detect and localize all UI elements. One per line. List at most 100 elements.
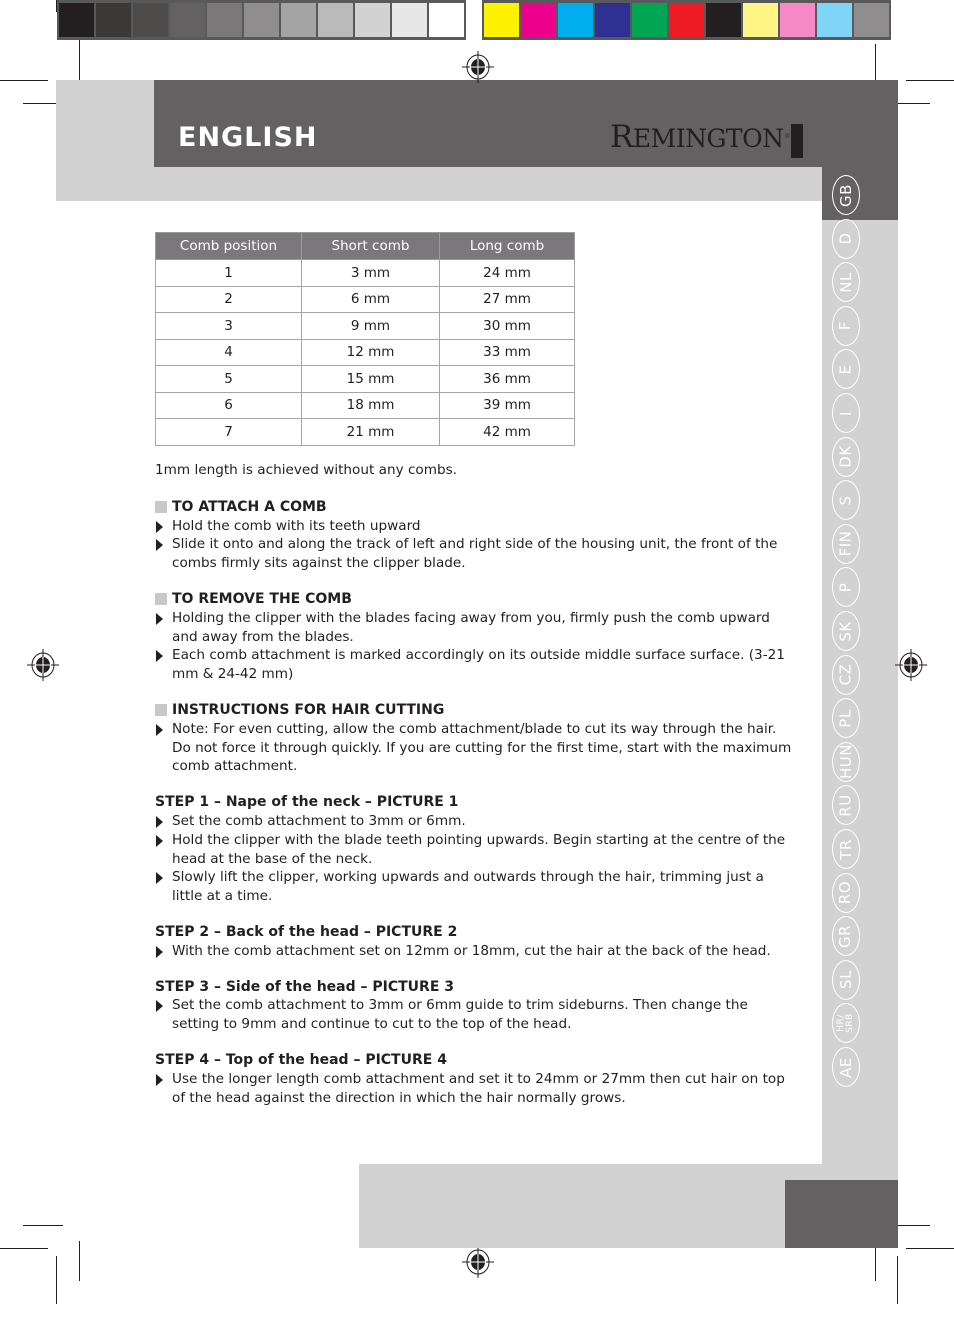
list-item-text: Slowly lift the clipper, working upwards… — [172, 869, 764, 905]
table-cell: 9 mm — [301, 312, 440, 340]
bullet-triangle-icon — [156, 945, 163, 958]
language-code: PL — [836, 708, 855, 728]
table-cell: 3 — [155, 312, 302, 340]
grayscale-color-bar — [57, 0, 466, 40]
table-cell: 42 mm — [439, 418, 575, 446]
language-tab-tr[interactable]: TR — [832, 829, 860, 869]
table-cell: 21 mm — [301, 418, 440, 446]
bullet-list: With the comb attachment set on 12mm or … — [155, 942, 795, 961]
column-header: Long comb — [439, 232, 575, 260]
brand-initial: R — [610, 119, 633, 155]
color-swatch — [96, 3, 131, 37]
language-tab-gb[interactable]: GB — [832, 175, 860, 215]
step-3-heading: STEP 3 – Side of the head – PICTURE 3 — [155, 978, 455, 995]
table-cell: 15 mm — [301, 365, 440, 393]
crop-mark — [56, 1256, 57, 1304]
language-tab-s[interactable]: S — [832, 480, 860, 521]
list-item: Slide it onto and along the track of lef… — [155, 535, 795, 573]
table-cell: 1 — [155, 259, 302, 287]
step-4-heading: STEP 4 – Top of the head – PICTURE 4 — [155, 1051, 447, 1068]
language-code: HR/ SRB — [835, 1013, 855, 1034]
bullet-list: Note: For even cutting, allow the comb a… — [155, 720, 795, 776]
language-code: E — [836, 364, 855, 375]
language-tab-i[interactable]: I — [832, 393, 860, 433]
list-item-text: Set the comb attachment to 3mm or 6mm. — [172, 812, 466, 829]
language-tab-sl[interactable]: SL — [832, 959, 860, 1000]
step-2-heading: STEP 2 – Back of the head – PICTURE 2 — [155, 923, 458, 940]
language-tab-gr[interactable]: GR — [832, 916, 860, 957]
table-cell: 30 mm — [439, 312, 575, 340]
registration-mark-icon — [27, 649, 59, 681]
table-cell: 7 — [155, 418, 302, 446]
table-cell: 6 — [155, 391, 302, 419]
table-row: 7 21 mm 42 mm — [155, 418, 575, 446]
bullet-triangle-icon — [156, 834, 163, 847]
language-code: DK — [836, 445, 855, 468]
color-swatch — [207, 3, 242, 37]
color-swatch — [521, 3, 556, 37]
language-tab-ae[interactable]: AE — [832, 1047, 860, 1087]
language-tab-d[interactable]: D — [832, 218, 860, 259]
color-swatch — [355, 3, 390, 37]
intro-text: 1mm length is achieved without any combs… — [155, 462, 458, 478]
table-row: 13 mm 24 mm — [155, 259, 575, 287]
language-code: P — [836, 582, 855, 593]
crop-mark — [897, 1256, 898, 1304]
language-code: RO — [836, 880, 855, 905]
language-tab-sk[interactable]: SK — [832, 611, 860, 651]
crop-mark — [906, 80, 954, 81]
section-square-icon — [155, 501, 167, 514]
language-tab-cz[interactable]: CZ — [832, 654, 860, 695]
page-title: ENGLISH — [178, 122, 318, 153]
language-code: TR — [836, 838, 855, 860]
color-swatch — [743, 3, 778, 37]
language-tab-nl[interactable]: NL — [832, 262, 860, 303]
language-tab-hun[interactable]: HUN — [832, 741, 860, 782]
color-swatch — [281, 3, 316, 37]
crop-mark — [23, 1225, 63, 1226]
crop-mark — [79, 40, 80, 80]
language-code: GB — [836, 183, 855, 207]
list-item: Hold the comb with its teeth upward — [155, 517, 795, 536]
bullet-list: Use the longer length comb attachment an… — [155, 1070, 795, 1108]
language-tab-fin[interactable]: FIN — [832, 523, 860, 564]
bullet-triangle-icon — [156, 520, 163, 533]
section-square-icon — [155, 704, 167, 717]
color-swatch — [632, 3, 667, 37]
footer-band — [359, 1164, 835, 1248]
color-swatch — [133, 3, 168, 37]
bullet-list: Set the comb attachment to 3mm or 6mm gu… — [155, 996, 795, 1034]
crop-mark — [79, 1241, 80, 1281]
list-item-text: Slide it onto and along the track of lef… — [172, 536, 778, 572]
color-swatch — [595, 3, 630, 37]
column-header: Short comb — [301, 232, 440, 260]
language-tab-f[interactable]: F — [832, 305, 860, 346]
registration-mark-icon — [895, 649, 927, 681]
language-code: SL — [836, 970, 855, 990]
list-item: Hold the clipper with the blade teeth po… — [155, 831, 795, 869]
list-item: Holding the clipper with the blades faci… — [155, 609, 795, 647]
list-item-text: Note: For even cutting, allow the comb a… — [172, 720, 792, 775]
language-code: I — [836, 410, 855, 416]
list-item: Use the longer length comb attachment an… — [155, 1070, 795, 1108]
registration-mark-icon — [462, 51, 494, 83]
section-heading-remove: TO REMOVE THE COMB — [155, 590, 795, 609]
language-tab-pl[interactable]: PL — [832, 698, 860, 739]
brand-name: EMINGTON — [632, 124, 784, 153]
list-item: Note: For even cutting, allow the comb a… — [155, 720, 795, 776]
list-item: Set the comb attachment to 3mm or 6mm gu… — [155, 996, 795, 1034]
table-cell: 24 mm — [439, 259, 575, 287]
language-tab-ro[interactable]: RO — [832, 872, 860, 913]
list-item: Set the comb attachment to 3mm or 6mm. — [155, 812, 795, 831]
table-row: 26 mm 27 mm — [155, 285, 575, 313]
color-swatch — [59, 3, 94, 37]
language-code: FIN — [836, 530, 855, 557]
color-swatch — [669, 3, 704, 37]
column-header: Comb position — [155, 232, 302, 260]
bullet-triangle-icon — [156, 612, 163, 625]
color-swatch — [558, 3, 593, 37]
language-tab-dk[interactable]: DK — [832, 436, 860, 477]
table-cell: 27 mm — [439, 285, 575, 313]
table-cell: 3 mm — [301, 259, 440, 287]
registered-mark: ® — [784, 133, 790, 140]
